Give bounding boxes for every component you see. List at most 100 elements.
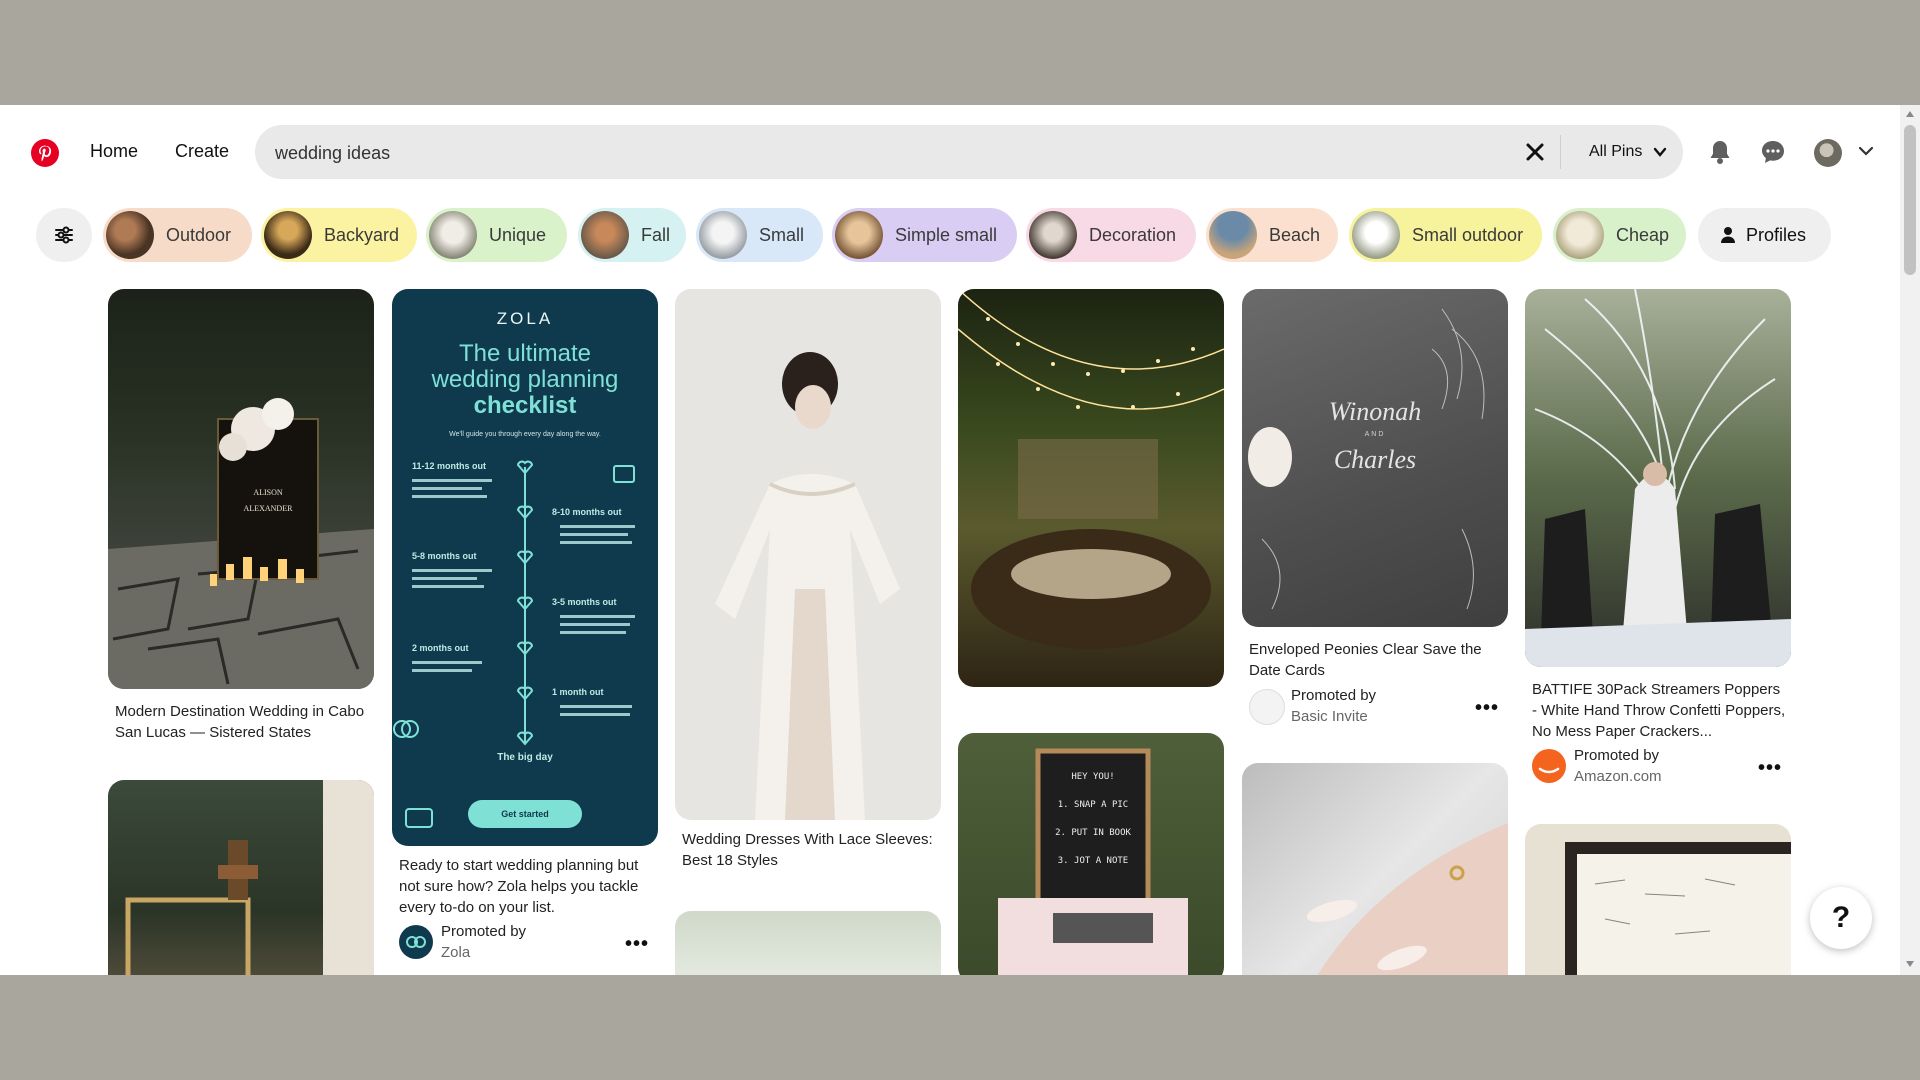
chip-label: Small xyxy=(759,224,805,245)
svg-text:ALISON: ALISON xyxy=(253,488,283,497)
chat-icon[interactable] xyxy=(1759,138,1787,166)
chip-label: Decoration xyxy=(1089,224,1177,245)
chip-beach[interactable]: Beach xyxy=(1206,208,1338,262)
zola-stage: 2 months out xyxy=(412,643,469,653)
zola-big-day: The big day xyxy=(497,752,553,763)
pin-title[interactable]: Ready to start wedding planning but not … xyxy=(399,855,654,918)
more-options-button[interactable]: ••• xyxy=(1758,757,1782,780)
pin-image[interactable] xyxy=(1242,763,1508,975)
scroll-up-arrow-icon[interactable] xyxy=(1906,111,1914,117)
pin-photo-scene xyxy=(125,780,374,975)
chip-thumbnail xyxy=(429,211,477,259)
pin-image[interactable]: HEY YOU! 1. SNAP A PIC 2. PUT IN BOOK 3.… xyxy=(958,733,1224,975)
pin-image[interactable] xyxy=(1525,289,1791,667)
browser-viewport: Home Create All Pins xyxy=(0,105,1920,975)
card-and: AND xyxy=(1364,431,1386,438)
chip-thumbnail xyxy=(699,211,747,259)
chip-label: Beach xyxy=(1269,224,1321,245)
search-filter-chips: Outdoor Backyard Unique Fall Small Simple sma… xyxy=(0,199,1920,269)
zola-logo-icon xyxy=(399,925,433,959)
chip-label: Cheap xyxy=(1616,224,1670,245)
chip-fall[interactable]: Fall xyxy=(578,208,686,262)
card-name-2: Charles xyxy=(1333,445,1417,474)
letter-board-line: 2. PUT IN BOOK xyxy=(1055,828,1131,838)
letter-board-line: HEY YOU! xyxy=(1071,772,1115,782)
filter-sliders-icon xyxy=(55,226,73,244)
svg-text:ALEXANDER: ALEXANDER xyxy=(244,504,294,513)
nav-home-link[interactable]: Home xyxy=(90,141,138,162)
scroll-thumb[interactable] xyxy=(1904,125,1916,275)
search-scope-dropdown[interactable]: All Pins xyxy=(1589,143,1642,161)
chip-label: Profiles xyxy=(1746,224,1807,245)
chip-thumbnail xyxy=(264,211,312,259)
pin-image[interactable] xyxy=(108,780,374,975)
pin-image[interactable]: ALISON ALEXANDER xyxy=(108,289,374,689)
nav-create-link[interactable]: Create xyxy=(175,141,229,162)
letter-board-line: 3. JOT A NOTE xyxy=(1057,856,1129,866)
pin-title[interactable]: BATTIFE 30Pack Streamers Poppers - White… xyxy=(1532,679,1787,742)
filter-button[interactable] xyxy=(36,208,92,262)
chip-label: Small outdoor xyxy=(1412,224,1524,245)
chip-decoration[interactable]: Decoration xyxy=(1026,208,1196,262)
chip-thumbnail xyxy=(835,211,883,259)
promoted-by: Promoted by Basic Invite ••• xyxy=(1249,687,1504,727)
chip-outdoor[interactable]: Outdoor xyxy=(103,208,252,262)
zola-stage: 11-12 months out xyxy=(412,461,487,471)
promoted-by: Promoted by Amazon.com ••• xyxy=(1532,747,1787,787)
pin-image[interactable]: ZOLA The ultimate wedding planning check… xyxy=(392,289,658,846)
chip-profiles[interactable]: Profiles xyxy=(1698,208,1831,262)
help-button[interactable]: ? xyxy=(1810,887,1872,949)
bell-icon[interactable] xyxy=(1706,138,1734,166)
scroll-down-arrow-icon[interactable] xyxy=(1906,961,1914,967)
account-chevron-down-icon[interactable] xyxy=(1858,145,1874,157)
pin-image[interactable] xyxy=(958,289,1224,687)
chip-thumbnail xyxy=(1029,211,1077,259)
promoted-by-label: Promoted by xyxy=(441,923,527,940)
pin-image[interactable] xyxy=(675,911,941,975)
zola-stage: 5-8 months out xyxy=(412,551,477,561)
chip-unique[interactable]: Unique xyxy=(426,208,567,262)
pin-photo-scene xyxy=(1306,823,1508,975)
pin-photo-scene xyxy=(1565,842,1791,975)
promoter-name[interactable]: Zola xyxy=(441,944,470,961)
avatar[interactable] xyxy=(1814,139,1842,167)
chip-label: Unique xyxy=(489,224,547,245)
pin-image[interactable]: Winonah AND Charles xyxy=(1242,289,1508,627)
chip-thumbnail xyxy=(1209,211,1257,259)
basic-invite-logo-icon xyxy=(1249,689,1285,725)
chip-backyard[interactable]: Backyard xyxy=(261,208,417,262)
search-bar: All Pins xyxy=(255,125,1683,181)
pin-title[interactable]: Enveloped Peonies Clear Save the Date Ca… xyxy=(1249,639,1504,681)
chevron-down-icon[interactable] xyxy=(1653,146,1667,158)
promoted-by: Promoted by Zola ••• xyxy=(399,923,654,963)
search-divider xyxy=(1560,135,1561,169)
pin-image[interactable] xyxy=(675,289,941,820)
letter-board-text: HEY YOU! 1. SNAP A PIC 2. PUT IN BOOK 3.… xyxy=(1046,763,1140,875)
page-scrollbar[interactable] xyxy=(1900,105,1920,975)
chip-label: Outdoor xyxy=(166,224,232,245)
more-options-button[interactable]: ••• xyxy=(625,933,649,956)
top-header: Home Create All Pins xyxy=(0,105,1920,199)
pin-title[interactable]: Wedding Dresses With Lace Sleeves: Best … xyxy=(682,829,937,871)
zola-stage: 3-5 months out xyxy=(552,597,617,607)
chip-label: Simple small xyxy=(895,224,998,245)
chip-small[interactable]: Small xyxy=(696,208,823,262)
zola-stage: 1 month out xyxy=(552,687,604,697)
chip-label: Fall xyxy=(641,224,671,245)
chip-small-outdoor[interactable]: Small outdoor xyxy=(1349,208,1542,262)
chip-thumbnail xyxy=(106,211,154,259)
more-options-button[interactable]: ••• xyxy=(1475,697,1499,720)
search-input[interactable] xyxy=(273,125,1477,181)
chip-label: Backyard xyxy=(324,224,400,245)
promoter-name[interactable]: Amazon.com xyxy=(1574,768,1662,785)
pin-image[interactable] xyxy=(1525,824,1791,975)
chip-simple-small[interactable]: Simple small xyxy=(832,208,1017,262)
zola-get-started-button[interactable]: Get started xyxy=(468,800,582,828)
pin-photo-scene xyxy=(715,352,900,820)
pin-title[interactable]: Modern Destination Wedding in Cabo San L… xyxy=(115,701,370,743)
clear-icon[interactable] xyxy=(1523,140,1547,164)
pinterest-logo-icon[interactable] xyxy=(31,139,59,167)
chip-thumbnail xyxy=(581,211,629,259)
chip-cheap[interactable]: Cheap xyxy=(1553,208,1686,262)
promoter-name[interactable]: Basic Invite xyxy=(1291,708,1368,725)
